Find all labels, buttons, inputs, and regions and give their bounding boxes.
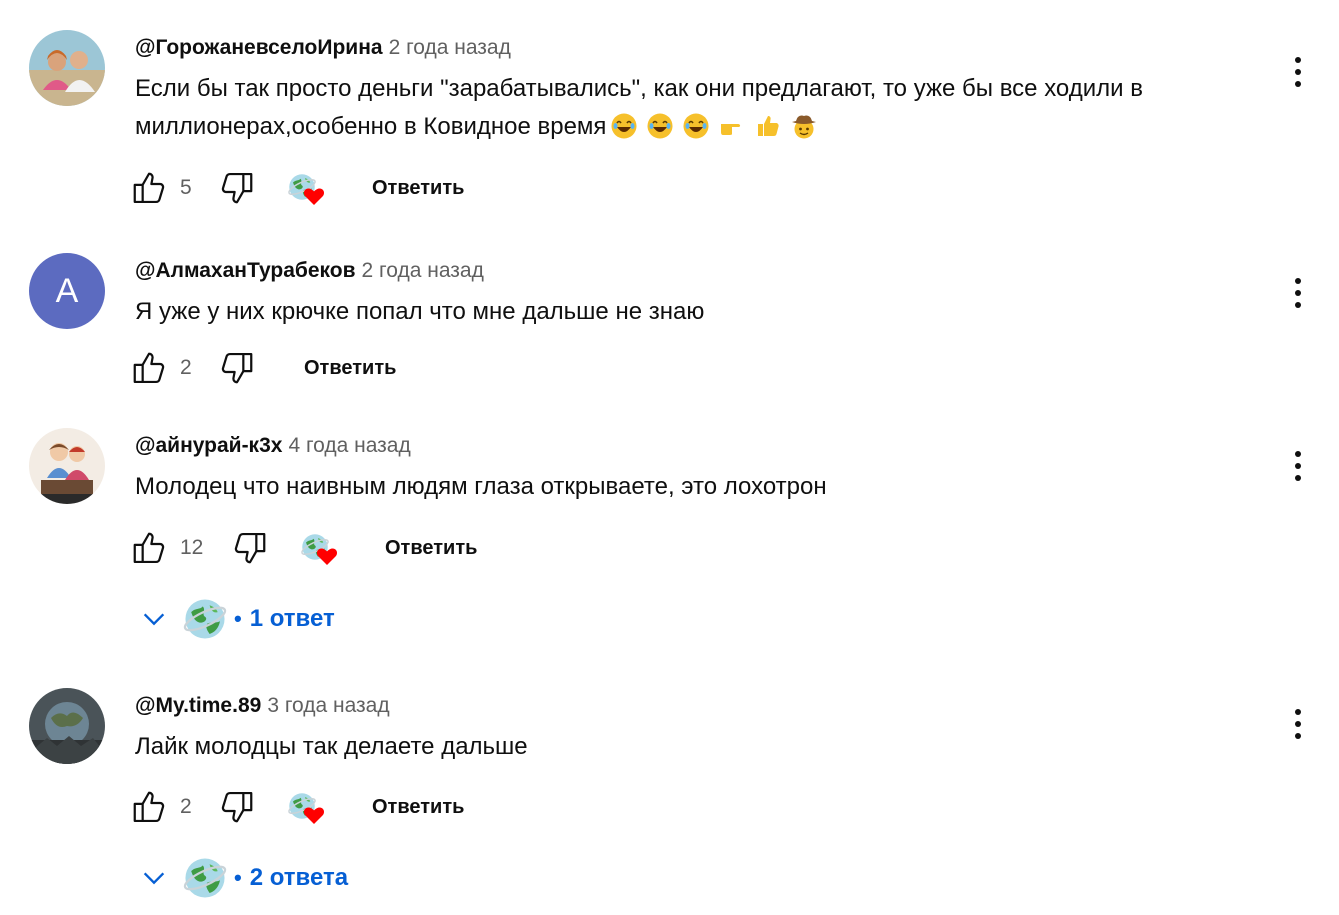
reply-button[interactable]: Ответить xyxy=(372,166,464,210)
avatar[interactable] xyxy=(29,428,105,504)
dislike-button[interactable] xyxy=(218,346,256,390)
cowboy-emoji xyxy=(790,112,818,152)
comment-time[interactable]: 2 года назад xyxy=(389,36,511,59)
more-vert-icon xyxy=(1286,704,1310,744)
comment-text: Молодец что наивным людям глаза открывае… xyxy=(135,468,1275,506)
dislike-button[interactable] xyxy=(218,785,256,829)
comment-time[interactable]: 3 года назад xyxy=(267,694,389,717)
more-vert-icon xyxy=(1286,52,1310,92)
more-vert-icon xyxy=(1286,446,1310,486)
chevron-down-icon xyxy=(140,864,168,892)
avatar[interactable] xyxy=(29,30,105,106)
separator-dot: • xyxy=(234,865,242,890)
dislike-icon xyxy=(218,169,256,207)
comment-header: @айнурай-к3х 4 года назад xyxy=(135,434,411,458)
comment-header: @ГорожаневселоИрина 2 года назад xyxy=(135,36,511,60)
like-button[interactable] xyxy=(130,166,168,210)
like-button[interactable] xyxy=(130,346,168,390)
comment-header: @My.time.89 3 года назад xyxy=(135,694,390,718)
dislike-icon xyxy=(218,788,256,826)
heart-icon xyxy=(302,184,326,208)
channel-globe-icon xyxy=(182,596,228,642)
pointing-right-emoji xyxy=(718,112,746,152)
reply-button[interactable]: Ответить xyxy=(385,526,477,570)
laughing-emoji xyxy=(682,112,710,152)
channel-globe-icon xyxy=(182,855,228,901)
like-icon xyxy=(130,788,168,826)
more-vert-icon xyxy=(1286,273,1310,313)
like-count: 12 xyxy=(180,536,204,559)
like-icon xyxy=(130,349,168,387)
comment-body: Лайк молодцы так делаете дальше xyxy=(135,733,528,760)
like-button[interactable] xyxy=(130,785,168,829)
heart-icon xyxy=(315,544,339,568)
chevron-down-icon xyxy=(140,605,168,633)
comment-author[interactable]: @ГорожаневселоИрина xyxy=(135,36,383,59)
like-count: 5 xyxy=(180,176,192,199)
comment-menu-button[interactable] xyxy=(1286,273,1310,313)
comment-menu-button[interactable] xyxy=(1286,704,1310,744)
dislike-button[interactable] xyxy=(231,526,269,570)
thumbs-up-emoji xyxy=(754,112,782,152)
replies-count-label: 2 ответа xyxy=(249,864,349,891)
separator-dot: • xyxy=(234,606,242,631)
comment-body: Молодец что наивным людям глаза открывае… xyxy=(135,473,827,500)
comment-time[interactable]: 4 года назад xyxy=(288,434,410,457)
like-icon xyxy=(130,169,168,207)
dislike-icon xyxy=(218,349,256,387)
comment-text: Лайк молодцы так делаете дальше xyxy=(135,728,1275,766)
like-count: 2 xyxy=(180,795,192,818)
comment-header: @АлмаханТурабеков 2 года назад xyxy=(135,259,484,283)
dislike-icon xyxy=(231,529,269,567)
heart-icon xyxy=(302,803,326,827)
like-button[interactable] xyxy=(130,526,168,570)
comment-author[interactable]: @АлмаханТурабеков xyxy=(135,259,356,282)
comment-menu-button[interactable] xyxy=(1286,446,1310,486)
laughing-emoji xyxy=(610,112,638,152)
comment-body: Я уже у них крючке попал что мне дальше … xyxy=(135,298,705,325)
comment-author[interactable]: @My.time.89 xyxy=(135,694,261,717)
like-icon xyxy=(130,529,168,567)
reply-button[interactable]: Ответить xyxy=(372,785,464,829)
comment-menu-button[interactable] xyxy=(1286,52,1310,92)
laughing-emoji xyxy=(646,112,674,152)
comment-body: Если бы так просто деньги "зарабатывалис… xyxy=(135,75,1143,140)
show-replies-button[interactable]: • 1 ответ xyxy=(140,594,335,644)
avatar[interactable] xyxy=(29,688,105,764)
comment-text: Если бы так просто деньги "зарабатывалис… xyxy=(135,70,1275,152)
comment-text: Я уже у них крючке попал что мне дальше … xyxy=(135,293,1275,331)
dislike-button[interactable] xyxy=(218,166,256,210)
avatar[interactable]: A xyxy=(29,253,105,329)
comment-author[interactable]: @айнурай-к3х xyxy=(135,434,282,457)
replies-count-label: 1 ответ xyxy=(249,605,335,632)
show-replies-button[interactable]: • 2 ответа xyxy=(140,853,348,903)
like-count: 2 xyxy=(180,356,192,379)
reply-button[interactable]: Ответить xyxy=(304,346,396,390)
comment-time[interactable]: 2 года назад xyxy=(362,259,484,282)
